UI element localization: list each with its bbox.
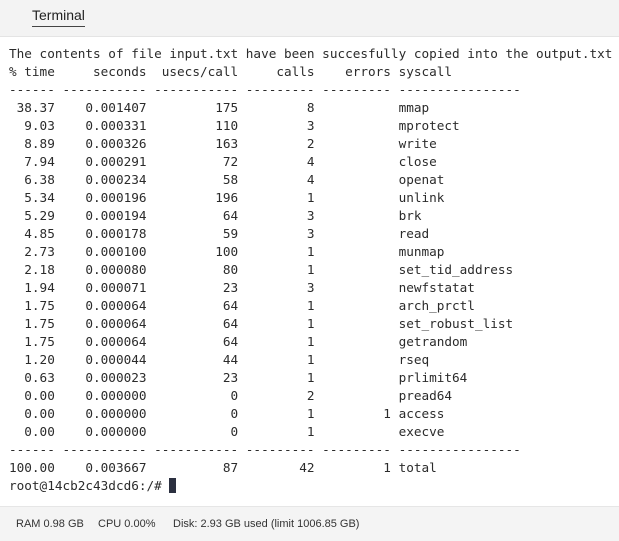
terminal-line: 4.85 0.000178 59 3 read: [24, 226, 430, 241]
terminal-line: 5.34 0.000196 196 1 unlink: [24, 190, 445, 205]
terminal-line: 0.00 0.000000 0 1 1 access: [24, 406, 445, 421]
terminal-line: 2.18 0.000080 80 1 set_tid_address: [24, 262, 514, 277]
terminal-line: The contents of file input.txt have been…: [9, 46, 613, 61]
terminal-lines: The contents of file input.txt have been…: [9, 46, 619, 475]
terminal-cursor: [169, 478, 177, 493]
terminal-line: 1.75 0.000064 64 1 getrandom: [24, 334, 468, 349]
terminal-line: 1.94 0.000071 23 3 newfstatat: [24, 280, 475, 295]
disk-usage: Disk: 2.93 GB used (limit 1006.85 GB): [173, 518, 360, 530]
terminal-line: 0.00 0.000000 0 2 pread64: [24, 388, 453, 403]
ram-usage: RAM 0.98 GB: [16, 518, 84, 530]
terminal-output-area[interactable]: The contents of file input.txt have been…: [0, 38, 619, 501]
terminal-line: 38.37 0.001407 175 8 mmap: [16, 100, 430, 115]
tab-bar: Terminal: [0, 0, 619, 37]
terminal-line: 7.94 0.000291 72 4 close: [24, 154, 437, 169]
terminal-line: 0.63 0.000023 23 1 prlimit64: [24, 370, 468, 385]
terminal-line: 1.75 0.000064 64 1 set_robust_list: [24, 316, 514, 331]
terminal-line: 5.29 0.000194 64 3 brk: [24, 208, 422, 223]
terminal-line: 1.75 0.000064 64 1 arch_prctl: [24, 298, 475, 313]
terminal-line: 2.73 0.000100 100 1 munmap: [24, 244, 445, 259]
terminal-line: 6.38 0.000234 58 4 openat: [24, 172, 445, 187]
prompt-line[interactable]: root@14cb2c43dcd6:/#: [9, 477, 619, 495]
terminal-line: 1.20 0.000044 44 1 rseq: [24, 352, 430, 367]
terminal-line: % time seconds usecs/call calls errors s…: [9, 64, 453, 79]
terminal-line: 9.03 0.000331 110 3 mprotect: [24, 118, 460, 133]
terminal-output: The contents of file input.txt have been…: [9, 45, 619, 495]
shell-prompt: root@14cb2c43dcd6:/#: [9, 478, 170, 493]
terminal-line: ------ ----------- ----------- ---------…: [9, 82, 521, 97]
tab-terminal[interactable]: Terminal: [32, 7, 85, 27]
status-bar: RAM 0.98 GB CPU 0.00% Disk: 2.93 GB used…: [0, 506, 619, 541]
terminal-line: ------ ----------- ----------- ---------…: [9, 442, 521, 457]
terminal-line: 100.00 0.003667 87 42 1 total: [9, 460, 437, 475]
cpu-usage: CPU 0.00%: [98, 518, 156, 530]
terminal-line: 8.89 0.000326 163 2 write: [24, 136, 437, 151]
terminal-line: 0.00 0.000000 0 1 execve: [24, 424, 445, 439]
